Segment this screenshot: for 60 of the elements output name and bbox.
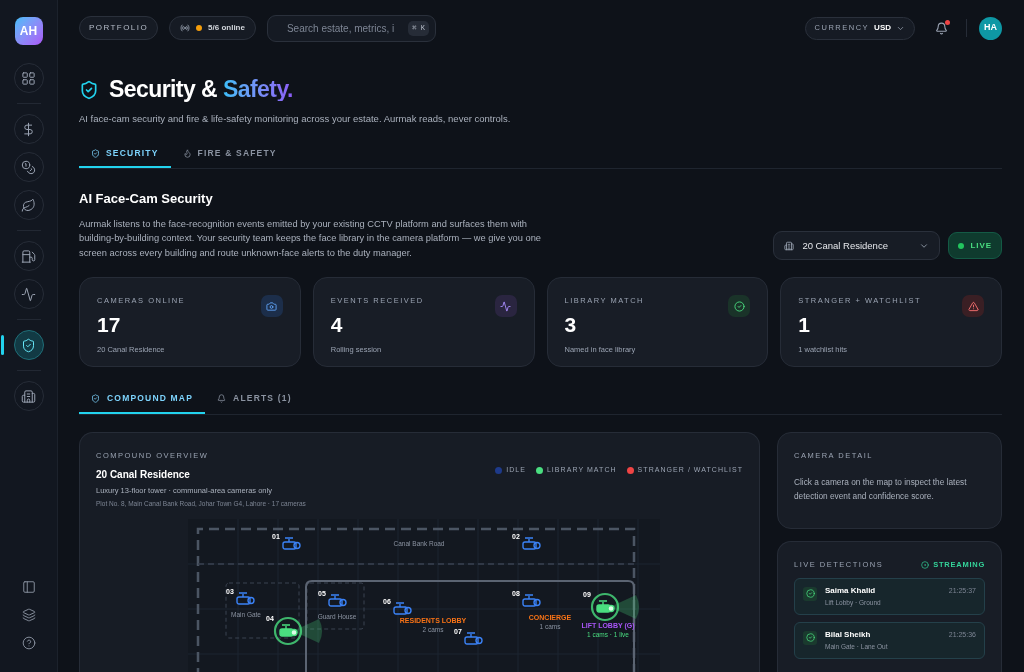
active-indicator <box>0 335 4 355</box>
camera-icon[interactable] <box>236 591 254 606</box>
section-title: AI Face-Cam Security <box>79 190 214 209</box>
leaf-icon <box>21 197 36 213</box>
shield-icon <box>91 148 100 158</box>
camera-icon[interactable] <box>464 631 482 646</box>
section-description: Aurmak listens to the face-recognition events emitted by your existing CCTV platform and surfaces them with building-by-building context. Your security team keeps the face library in the camera platform — we give you one screen across every building and route unknown-face alerts to the duty manager. <box>79 217 542 260</box>
page-subtitle: AI face-cam security and fire & life-safety monitoring across your estate. Aurmak reads, never controls. <box>79 112 512 126</box>
panel-title: 20 Canal Residence <box>96 467 191 482</box>
page-title-accent: Safety. <box>223 78 293 101</box>
camera-icon[interactable] <box>282 536 300 551</box>
camera-icon[interactable] <box>328 593 346 608</box>
status-text: 5/6 online <box>208 22 245 34</box>
camera-icon <box>266 300 278 312</box>
antenna-icon <box>180 23 191 33</box>
tab[interactable]: FIRE & SAFETY <box>170 140 289 169</box>
streaming-icon <box>921 560 930 569</box>
building-icon <box>21 388 36 404</box>
coins-icon <box>21 159 36 175</box>
sidebar-button[interactable] <box>21 580 36 594</box>
portfolio-button[interactable]: PORTFOLIO <box>79 16 159 40</box>
sidebar-button[interactable] <box>21 636 36 650</box>
stat-value: 3 <box>564 313 578 335</box>
status-pill[interactable]: 5/6 online <box>169 16 256 40</box>
tab[interactable]: COMPOUND MAP <box>79 385 206 415</box>
warning-icon <box>967 300 979 312</box>
sidebar-button[interactable] <box>21 608 36 622</box>
stat-value: 17 <box>97 313 122 335</box>
person-name: Bilal Sheikh <box>825 630 872 639</box>
grid-icon <box>21 70 36 86</box>
person-name: Saima Khalid <box>825 586 877 595</box>
sidebar-item[interactable] <box>13 330 44 360</box>
live-label: LIVE <box>970 239 992 252</box>
notifications-button[interactable] <box>935 21 948 35</box>
dollar-icon <box>21 121 36 137</box>
currency-value: USD <box>874 22 891 34</box>
check-circle-icon <box>733 300 745 312</box>
shield-icon <box>21 337 36 353</box>
bell-icon <box>935 21 948 35</box>
pulse-icon <box>21 286 36 302</box>
help-icon <box>21 636 36 650</box>
flame-icon <box>182 148 192 158</box>
stat-value: 4 <box>330 313 344 335</box>
tab[interactable]: ALERTS (1) <box>205 385 304 415</box>
shield-icon <box>91 394 100 404</box>
building-icon <box>784 240 795 251</box>
stat-value: 1 <box>798 313 811 335</box>
pulse-icon <box>500 300 511 312</box>
fuel-pump-icon <box>21 248 36 264</box>
bell-icon <box>217 394 227 404</box>
tab[interactable]: SECURITY <box>79 140 171 169</box>
camera-icon[interactable] <box>522 536 540 551</box>
page-title: Security & <box>109 78 217 101</box>
sidebar-toggle-icon <box>21 580 36 594</box>
layers-icon <box>21 608 36 622</box>
camera-icon[interactable] <box>522 593 540 608</box>
card-text: Click a camera on the map to inspect the latest detection event and confidence score. <box>794 475 968 503</box>
camera-icon[interactable] <box>393 601 411 616</box>
building-selector[interactable]: 20 Canal Residence <box>773 231 941 261</box>
shield-icon <box>79 79 99 100</box>
